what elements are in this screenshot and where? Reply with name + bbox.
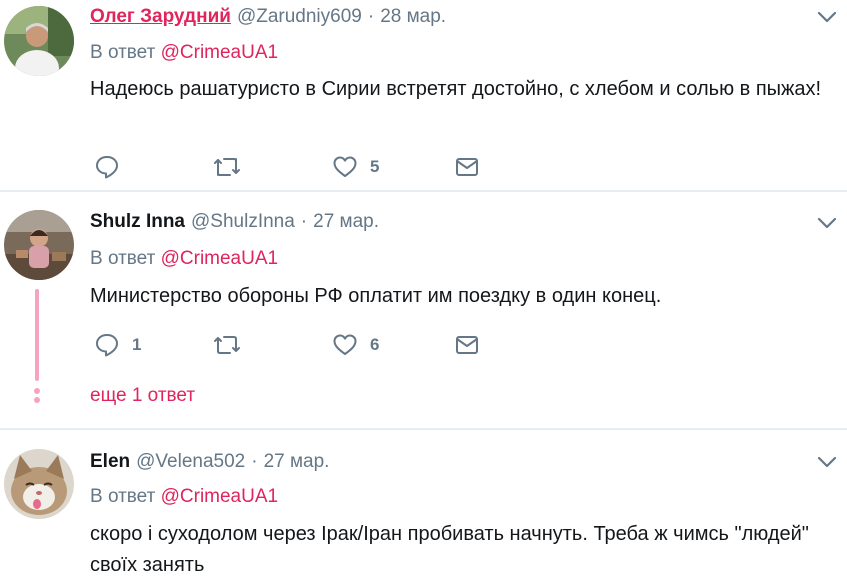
reply-handle-link[interactable]: @CrimeaUA1 xyxy=(161,248,278,269)
retweet-button[interactable] xyxy=(212,152,254,182)
direct-message-button[interactable] xyxy=(454,330,480,360)
chevron-down-icon[interactable] xyxy=(817,216,837,230)
retweet-icon xyxy=(214,336,240,354)
retweet-button[interactable] xyxy=(212,330,254,360)
tweet-text: Министерство обороны РФ оплатит им поезд… xyxy=(90,285,662,307)
reply-count: 1 xyxy=(132,335,142,354)
like-count: 5 xyxy=(370,157,380,176)
tweet-text: Надеюсь рашатуристо в Сирии встретят дос… xyxy=(90,78,822,100)
separator-dot: · xyxy=(367,6,375,27)
tweet[interactable]: Shulz Inna @ShulzInna · 27 мар. В ответ @Cr… xyxy=(0,192,847,428)
author-name[interactable]: Shulz Inna xyxy=(90,211,185,232)
avatar[interactable] xyxy=(4,449,74,519)
reply-button[interactable]: 1 xyxy=(94,330,141,360)
separator-dot: · xyxy=(300,211,308,232)
tweet-date[interactable]: 28 мар. xyxy=(380,6,446,27)
reply-prefix: В ответ xyxy=(90,486,156,507)
reply-context: В ответ @CrimeaUA1 xyxy=(90,42,278,64)
reply-context: В ответ @CrimeaUA1 xyxy=(90,486,278,508)
tweet-text: скоро і суходолом через Ірак/Іран пробив… xyxy=(90,523,809,576)
like-icon xyxy=(333,334,357,355)
show-more-replies-link[interactable]: еще 1 ответ xyxy=(90,385,195,407)
tweet-date[interactable]: 27 мар. xyxy=(264,451,330,472)
tweet-actions: 1 6 xyxy=(90,330,510,360)
author-handle[interactable]: @Zarudniy609 xyxy=(237,6,362,27)
thread-dot xyxy=(34,397,40,403)
author-name[interactable]: Олег Зарудний xyxy=(90,6,231,27)
chevron-down-icon[interactable] xyxy=(817,455,837,469)
thread-dot xyxy=(34,388,40,394)
like-icon xyxy=(333,156,357,177)
like-button[interactable]: 5 xyxy=(332,152,379,182)
like-button[interactable]: 6 xyxy=(332,330,379,360)
reply-handle-link[interactable]: @CrimeaUA1 xyxy=(161,486,278,507)
direct-message-icon xyxy=(456,336,478,354)
author-handle[interactable]: @Velena502 xyxy=(136,451,245,472)
reply-icon xyxy=(96,156,118,179)
direct-message-button[interactable] xyxy=(454,152,480,182)
tweet-header: Олег Зарудний @Zarudniy609 · 28 мар. xyxy=(90,3,446,31)
like-count: 6 xyxy=(370,335,380,354)
reply-context: В ответ @CrimeaUA1 xyxy=(90,248,278,270)
reply-button[interactable] xyxy=(94,152,132,182)
chevron-down-icon[interactable] xyxy=(817,10,837,24)
author-handle[interactable]: @ShulzInna xyxy=(191,211,295,232)
direct-message-icon xyxy=(456,158,478,176)
reply-prefix: В ответ xyxy=(90,42,156,63)
avatar[interactable] xyxy=(4,210,74,280)
retweet-icon xyxy=(214,158,240,176)
thread-line xyxy=(35,289,39,381)
tweet-date[interactable]: 27 мар. xyxy=(313,211,379,232)
tweet[interactable]: Олег Зарудний @Zarudniy609 · 28 мар. В отве… xyxy=(0,0,847,190)
reply-prefix: В ответ xyxy=(90,248,156,269)
reply-handle-link[interactable]: @CrimeaUA1 xyxy=(161,42,278,63)
tweet-header: Shulz Inna @ShulzInna · 27 мар. xyxy=(90,208,379,236)
separator-dot: · xyxy=(251,451,258,472)
reply-icon xyxy=(96,334,118,357)
author-name[interactable]: Elen xyxy=(90,451,130,472)
avatar[interactable] xyxy=(4,6,74,76)
tweet-actions: 5 xyxy=(90,152,510,182)
tweet-header: Elen @Velena502 · 27 мар. xyxy=(90,448,329,476)
tweet[interactable]: Elen @Velena502 · 27 мар. В ответ @CrimeaUA… xyxy=(0,430,847,576)
